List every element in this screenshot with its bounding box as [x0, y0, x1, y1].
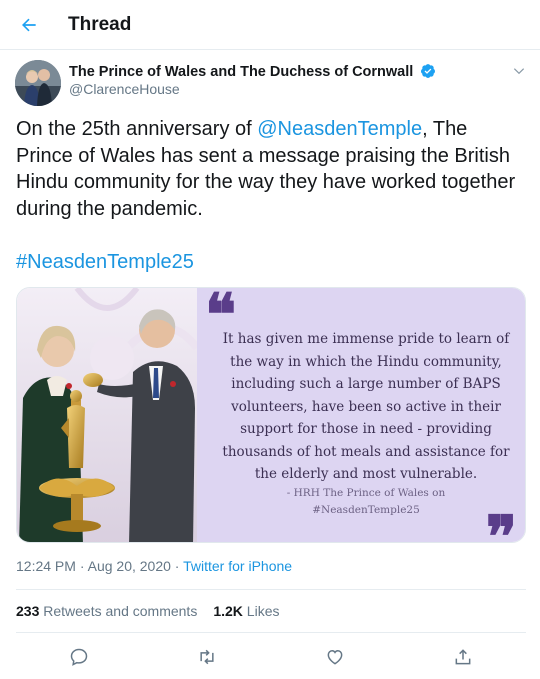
retweet-button[interactable] [194, 644, 220, 670]
page-title: Thread [68, 14, 132, 35]
tweet-media[interactable]: ❝ It has given me immense pride to learn… [16, 287, 526, 543]
tweet-text: On the 25th anniversary of @NeasdenTempl… [16, 116, 526, 222]
attribution-line-1: - HRH The Prince of Wales on [286, 487, 446, 499]
likes-stat[interactable]: 1.2K Likes [213, 603, 279, 619]
quote-text: It has given me immense pride to learn o… [222, 331, 510, 482]
quote-attribution: - HRH The Prince of Wales on #NeasdenTem… [221, 485, 511, 519]
tweet-time[interactable]: 12:24 PM [16, 558, 76, 574]
likes-count: 1.2K [213, 603, 243, 619]
share-icon [455, 649, 471, 665]
back-button[interactable] [14, 10, 44, 40]
tweet-source-link[interactable]: Twitter for iPhone [183, 558, 292, 574]
mention-link[interactable]: @NeasdenTemple [257, 118, 422, 140]
retweets-stat[interactable]: 233 Retweets and comments [16, 603, 197, 619]
avatar[interactable] [15, 60, 61, 106]
reply-button[interactable] [66, 644, 92, 670]
action-bar [0, 642, 540, 672]
tweet-date[interactable]: Aug 20, 2020 [88, 558, 171, 574]
hashtag-link[interactable]: #NeasdenTemple25 [16, 251, 194, 274]
chevron-down-icon[interactable] [512, 64, 526, 78]
thread-header: Thread [0, 0, 540, 50]
meta-separator: · [170, 558, 184, 574]
close-quote-mark: ❞ [485, 503, 517, 543]
meta-separator: · [75, 558, 88, 574]
media-photo [17, 288, 201, 542]
tweet-stats: 233 Retweets and comments 1.2K Likes [16, 603, 295, 619]
like-icon [327, 649, 343, 665]
divider [16, 589, 526, 590]
tweet-meta: 12:24 PM · Aug 20, 2020 · Twitter for iP… [16, 558, 292, 574]
divider [16, 632, 526, 633]
verified-badge-icon [421, 64, 436, 78]
likes-label: Likes [242, 603, 280, 619]
share-button[interactable] [450, 644, 476, 670]
arrow-left-icon [22, 18, 36, 32]
avatar-photo [15, 60, 61, 106]
author-handle[interactable]: @ClarenceHouse [69, 81, 180, 97]
attribution-line-2: #NeasdenTemple25 [312, 504, 420, 516]
retweets-label: Retweets and comments [39, 603, 198, 619]
author-display-name[interactable]: The Prince of Wales and The Duchess of C… [69, 64, 413, 80]
quote-panel: ❝ It has given me immense pride to learn… [197, 288, 525, 542]
reply-icon [70, 648, 88, 666]
retweets-count: 233 [16, 603, 40, 619]
retweet-icon [200, 649, 214, 665]
author-name[interactable]: The Prince of Wales and The Duchess of C… [69, 63, 436, 80]
like-button[interactable] [322, 644, 348, 670]
tweet-text-intro: On the 25th anniversary of [16, 118, 258, 140]
royal-visit-photo [17, 288, 201, 542]
